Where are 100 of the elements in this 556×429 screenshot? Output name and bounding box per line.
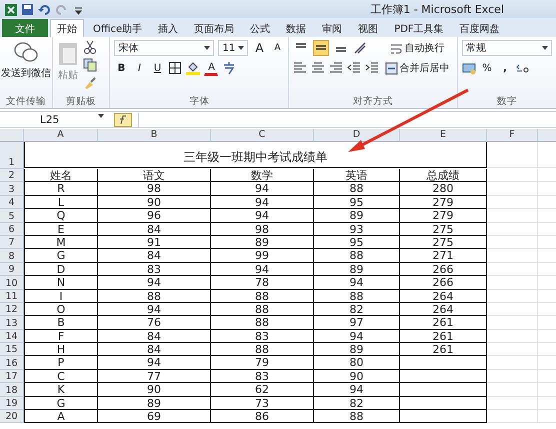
- align-center-icon[interactable]: [311, 60, 326, 74]
- underline-button[interactable]: U: [150, 60, 164, 76]
- redo-icon[interactable]: [55, 2, 68, 16]
- row-number[interactable]: 9: [0, 262, 24, 276]
- grow-font-button[interactable]: A: [252, 40, 266, 56]
- scissors-icon[interactable]: [83, 40, 97, 54]
- empty-cell[interactable]: [400, 396, 487, 410]
- row-number[interactable]: 7: [0, 236, 24, 250]
- row-number[interactable]: 15: [0, 343, 24, 356]
- table-cell: 94: [211, 262, 314, 276]
- table-cell: 94: [211, 182, 314, 196]
- table-cell: G: [24, 396, 98, 410]
- decrease-indent-icon[interactable]: [347, 60, 362, 74]
- merge-center-button[interactable]: 合并后居中: [383, 60, 452, 76]
- row-number[interactable]: 17: [0, 370, 24, 384]
- empty-cell[interactable]: [400, 383, 487, 397]
- row-number[interactable]: 10: [0, 276, 24, 290]
- table-cell: 80: [314, 356, 400, 370]
- caret-icon[interactable]: [238, 46, 244, 50]
- table-cell: 94: [314, 330, 400, 344]
- table-cell: 261: [400, 316, 487, 330]
- font-name-field[interactable]: 宋体: [114, 40, 214, 56]
- column-header[interactable]: E: [400, 129, 487, 142]
- italic-button[interactable]: I: [132, 60, 146, 76]
- row-number[interactable]: 14: [0, 330, 24, 344]
- font-size-field[interactable]: 11: [218, 40, 248, 56]
- vertical-align-button[interactable]: [313, 40, 330, 56]
- row-number[interactable]: 18: [0, 383, 24, 397]
- ribbon-tab[interactable]: 公式: [243, 19, 278, 37]
- ribbon-tab[interactable]: Office助手: [86, 19, 150, 37]
- send-to-wechat-button[interactable]: 发送到微信: [1, 40, 51, 95]
- brush-icon[interactable]: [83, 76, 97, 90]
- ribbon-tab[interactable]: 文件: [2, 19, 48, 37]
- empty-cell[interactable]: [400, 356, 487, 370]
- shrink-font-button[interactable]: A: [270, 40, 284, 56]
- table-cell: H: [24, 343, 98, 356]
- column-header[interactable]: C: [211, 129, 314, 142]
- currency-icon[interactable]: [462, 61, 476, 75]
- table-cell: 69: [98, 410, 211, 424]
- orientation-icon[interactable]: [353, 41, 368, 55]
- row-number[interactable]: 8: [0, 249, 24, 263]
- border-icon[interactable]: [168, 61, 182, 75]
- ribbon-tab[interactable]: 视图: [351, 19, 386, 37]
- empty-cell[interactable]: [400, 410, 487, 424]
- row-number[interactable]: 1: [0, 142, 24, 169]
- wrap-text-button[interactable]: 自动换行: [383, 40, 452, 56]
- row-number[interactable]: 6: [0, 222, 24, 236]
- phonetic-icon[interactable]: [222, 61, 236, 75]
- ribbon-tab[interactable]: 页面布局: [187, 19, 242, 37]
- column-header[interactable]: F: [487, 129, 538, 142]
- table-cell: 93: [314, 222, 400, 236]
- chat-bubbles-icon[interactable]: [13, 40, 39, 64]
- ribbon-tab[interactable]: PDF工具集: [387, 19, 451, 37]
- column-header[interactable]: B: [98, 129, 211, 142]
- row-number[interactable]: 2: [0, 169, 24, 182]
- name-box[interactable]: L25: [0, 114, 110, 126]
- select-all-corner[interactable]: [0, 129, 24, 142]
- empty-cell[interactable]: [400, 370, 487, 384]
- caret-icon[interactable]: [98, 114, 104, 118]
- insert-function-icon[interactable]: [114, 112, 132, 126]
- excel-icon[interactable]: [4, 2, 17, 16]
- clipboard-icon[interactable]: [57, 40, 79, 66]
- ribbon-tab[interactable]: 百度网盘: [452, 19, 507, 37]
- row-number[interactable]: 19: [0, 396, 24, 410]
- copy-icon[interactable]: [83, 58, 97, 72]
- row-number[interactable]: 11: [0, 290, 24, 303]
- table-cell: 88: [211, 316, 314, 330]
- align-left-icon[interactable]: [293, 60, 308, 74]
- ribbon-tab[interactable]: 审阅: [315, 19, 350, 37]
- row-number[interactable]: 4: [0, 196, 24, 210]
- save-icon[interactable]: [21, 2, 34, 16]
- table-cell: 62: [211, 383, 314, 397]
- caret-icon[interactable]: [204, 46, 210, 50]
- row-number[interactable]: 20: [0, 410, 24, 424]
- ribbon-tab[interactable]: 开始: [50, 19, 84, 37]
- percent-button[interactable]: %: [480, 60, 494, 76]
- group-label: 文件传输: [5, 95, 47, 108]
- column-header[interactable]: A: [24, 129, 98, 142]
- row-number[interactable]: 3: [0, 182, 24, 196]
- increase-indent-icon[interactable]: [365, 60, 380, 74]
- comma-button[interactable]: ,: [498, 60, 512, 76]
- fill-color-icon[interactable]: [186, 61, 200, 75]
- ribbon-tab[interactable]: 插入: [151, 19, 186, 37]
- table-cell: 271: [400, 249, 487, 263]
- font-color-button[interactable]: A: [204, 60, 218, 76]
- row-number[interactable]: 12: [0, 302, 24, 316]
- align-right-icon[interactable]: [329, 60, 344, 74]
- table-cell: 95: [314, 236, 400, 250]
- column-header[interactable]: D: [314, 129, 400, 142]
- bold-button[interactable]: B: [114, 60, 128, 76]
- row-number[interactable]: 5: [0, 209, 24, 223]
- ribbon-tab[interactable]: 数据: [279, 19, 314, 37]
- row-number[interactable]: 16: [0, 356, 24, 370]
- table-cell: 90: [98, 196, 211, 210]
- row-number[interactable]: 13: [0, 316, 24, 330]
- undo-icon[interactable]: [38, 2, 51, 16]
- table-cell: 84: [98, 343, 211, 356]
- number-format-field[interactable]: 常规: [462, 40, 552, 56]
- table-cell: P: [24, 356, 98, 370]
- caret-icon[interactable]: [542, 46, 548, 50]
